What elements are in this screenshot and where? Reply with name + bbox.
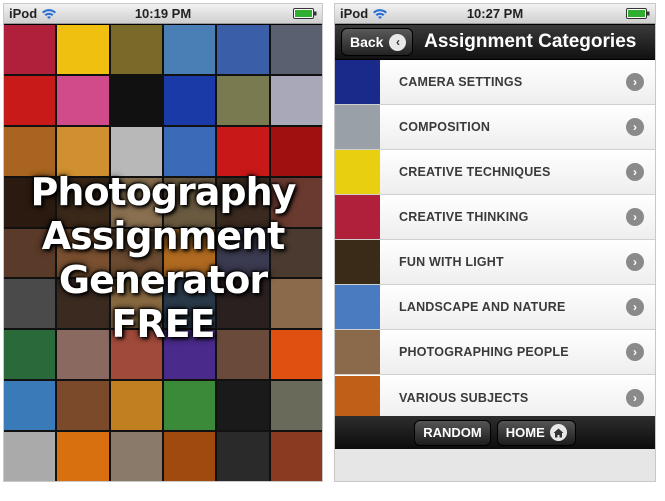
chevron-right-icon: ›	[626, 208, 644, 226]
status-bar: iPod 10:19 PM	[4, 4, 322, 24]
splash-screen: iPod 10:19 PM Photography Assignment Gen…	[3, 3, 323, 482]
photo-tile	[163, 126, 216, 176]
title-line: FREE	[111, 302, 215, 346]
page-title: Assignment Categories	[424, 31, 637, 52]
random-button-label: RANDOM	[423, 425, 482, 440]
photo-tile	[163, 381, 216, 431]
category-row[interactable]: CREATIVE THINKING ›	[335, 195, 655, 240]
photo-tile	[57, 381, 109, 431]
photo-tile	[110, 381, 162, 431]
title-line: Assignment	[41, 214, 286, 258]
photo-tile	[57, 126, 109, 176]
category-label: LANDSCAPE AND NATURE	[399, 300, 566, 314]
category-label: COMPOSITION	[399, 120, 491, 134]
category-thumbnail	[335, 105, 380, 149]
status-bar: iPod 10:27 PM	[335, 4, 655, 24]
category-list: CAMERA SETTINGS › COMPOSITION › CREATIVE TEC…	[335, 60, 655, 421]
photo-tile	[270, 75, 322, 125]
category-row[interactable]: LANDSCAPE AND NATURE ›	[335, 285, 655, 330]
photo-tile	[217, 432, 269, 481]
photo-tile	[163, 75, 216, 125]
back-button[interactable]: Back ‹	[341, 28, 414, 56]
photo-tile	[217, 25, 269, 74]
photo-tile	[110, 126, 162, 176]
category-thumbnail	[335, 60, 380, 104]
category-thumbnail	[335, 195, 380, 239]
home-icon	[549, 424, 567, 441]
carrier-label: iPod	[340, 6, 369, 21]
title-line: Photography	[30, 170, 297, 214]
category-row[interactable]: CAMERA SETTINGS ›	[335, 60, 655, 105]
photo-tile	[4, 126, 56, 176]
photo-tile	[4, 432, 56, 481]
chevron-right-icon: ›	[626, 118, 644, 136]
app-title: Photography Assignment Generator FREE	[4, 170, 322, 346]
category-thumbnail	[335, 150, 380, 194]
category-row[interactable]: PHOTOGRAPHING PEOPLE ›	[335, 330, 655, 375]
chevron-right-icon: ›	[626, 343, 644, 361]
photo-tile	[4, 25, 56, 74]
photo-tile	[57, 432, 109, 481]
chevron-left-icon: ‹	[389, 33, 407, 51]
chevron-right-icon: ›	[626, 73, 644, 91]
category-label: VARIOUS SUBJECTS	[399, 390, 529, 405]
photo-tile	[217, 126, 269, 176]
category-label: PHOTOGRAPHING PEOPLE	[399, 345, 569, 359]
photo-tile	[163, 432, 216, 481]
category-thumbnail	[335, 330, 380, 374]
category-label: FUN WITH LIGHT	[399, 255, 504, 269]
category-thumbnail	[335, 285, 380, 329]
photo-tile	[4, 75, 56, 125]
random-button[interactable]: RANDOM	[414, 419, 491, 446]
carrier-label: iPod	[9, 6, 38, 21]
empty-area	[335, 449, 655, 481]
back-button-label: Back	[350, 34, 384, 50]
wifi-icon	[42, 8, 57, 19]
photo-tile	[270, 432, 322, 481]
category-row[interactable]: CREATIVE TECHNIQUES ›	[335, 150, 655, 195]
battery-icon	[293, 8, 317, 19]
home-button[interactable]: HOME	[496, 419, 576, 446]
category-row[interactable]: FUN WITH LIGHT ›	[335, 240, 655, 285]
category-label: CAMERA SETTINGS	[399, 75, 523, 89]
categories-screen: iPod 10:27 PM Back ‹ Assignment Categori…	[334, 3, 656, 482]
photo-tile	[57, 25, 109, 74]
category-row[interactable]: VARIOUS SUBJECTS ›	[335, 375, 655, 421]
photo-tile	[163, 25, 216, 74]
category-label: CREATIVE TECHNIQUES	[399, 165, 551, 179]
category-thumbnail	[335, 375, 380, 420]
photo-tile	[217, 75, 269, 125]
bottom-toolbar: RANDOM HOME	[335, 416, 655, 449]
photo-tile	[110, 75, 162, 125]
title-line: Generator	[58, 258, 268, 302]
photo-tile	[270, 126, 322, 176]
photo-tile	[110, 25, 162, 74]
category-thumbnail	[335, 240, 380, 284]
photo-tile	[270, 25, 322, 74]
category-label: CREATIVE THINKING	[399, 210, 529, 224]
chevron-right-icon: ›	[626, 298, 644, 316]
navigation-bar: Back ‹ Assignment Categories	[335, 25, 655, 60]
wifi-icon	[373, 8, 388, 19]
chevron-right-icon: ›	[626, 253, 644, 271]
photo-tile	[270, 381, 322, 431]
chevron-right-icon: ›	[626, 163, 644, 181]
photo-tile	[110, 432, 162, 481]
photo-tile	[57, 75, 109, 125]
photo-tile	[217, 381, 269, 431]
battery-icon	[626, 8, 650, 19]
category-row[interactable]: COMPOSITION ›	[335, 105, 655, 150]
home-button-label: HOME	[505, 425, 545, 440]
photo-tile	[4, 381, 56, 431]
chevron-right-icon: ›	[626, 388, 644, 407]
